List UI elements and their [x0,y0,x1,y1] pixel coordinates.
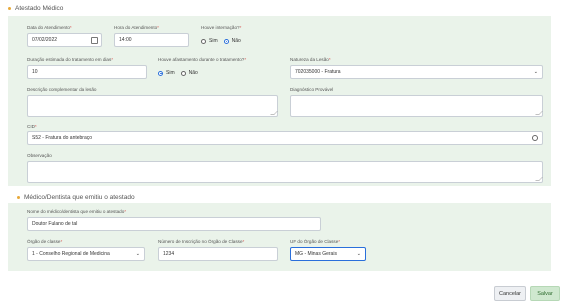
duracao-input[interactable]: 10 [27,65,147,79]
bullet-icon [17,196,20,199]
afastamento-sim-radio[interactable] [158,70,163,76]
chevron-down-icon: ⌄ [533,69,538,75]
chevron-down-icon: ⌄ [135,251,140,257]
label-inscricao: Número de Inscrição no Órgão de Classe* [158,239,245,244]
orgao-classe-select[interactable]: 1 - Conselho Regional de Medicina ⌄ [27,247,145,261]
calendar-icon[interactable] [91,37,98,44]
afastamento-radio-group: Sim Não [158,70,198,76]
section-title-atestado: Atestado Médico [8,5,63,12]
resize-handle-icon[interactable] [535,111,543,115]
label-data-atendimento: Data do Atendimento* [27,25,72,30]
label-uf-orgao: UF do Órgão de Classe* [290,239,341,244]
label-hora-atendimento: Hora do Atendimento* [114,25,159,30]
search-icon[interactable] [532,135,538,141]
inscricao-input[interactable]: 1234 [158,247,278,261]
internacao-sim-radio[interactable] [201,38,206,44]
diagnostico-textarea[interactable] [290,95,543,117]
afastamento-nao-radio[interactable] [180,70,186,76]
resize-handle-icon[interactable] [270,111,278,115]
resize-handle-icon[interactable] [535,177,543,181]
nome-medico-input[interactable]: Doutor Fulano de tal [27,217,321,231]
cancelar-button[interactable]: Cancelar [494,286,526,301]
label-diagnostico: Diagnóstico Provável [290,87,334,92]
descricao-textarea[interactable] [27,95,278,117]
internacao-radio-group: Sim Não [201,38,241,44]
chevron-down-icon: ⌄ [356,251,361,257]
data-atendimento-input[interactable]: 07/02/2022 [27,33,102,47]
label-observacao: Observação [27,153,52,158]
label-internacao: Houve internação?* [201,25,242,30]
label-afastamento: Houve afastamento durante o tratamento?* [158,57,247,62]
observacao-textarea[interactable] [27,161,543,183]
label-natureza: Natureza da Lesão* [290,57,331,62]
cid-input[interactable]: S52 - Fratura do antebraço [27,131,543,145]
label-cid: CID* [27,124,37,129]
hora-atendimento-input[interactable]: 14:00 [114,33,189,47]
uf-orgao-select[interactable]: MG - Minas Gerais ⌄ [290,247,366,261]
label-duracao: Duração estimada do tratamento em dias* [27,57,114,62]
label-nome-medico: Nome do médico/dentista que emitiu o ate… [27,209,127,214]
section-title-medico: Médico/Dentista que emitiu o atestado [17,194,135,201]
bullet-icon [8,7,11,10]
natureza-select[interactable]: 702035000 - Fratura ⌄ [290,65,543,79]
label-orgao-classe: Órgão de classe* [27,239,63,244]
salvar-button[interactable]: Salvar [530,286,560,301]
label-descricao: Descrição complementar da lesão [27,87,97,92]
internacao-nao-radio[interactable] [223,38,229,44]
